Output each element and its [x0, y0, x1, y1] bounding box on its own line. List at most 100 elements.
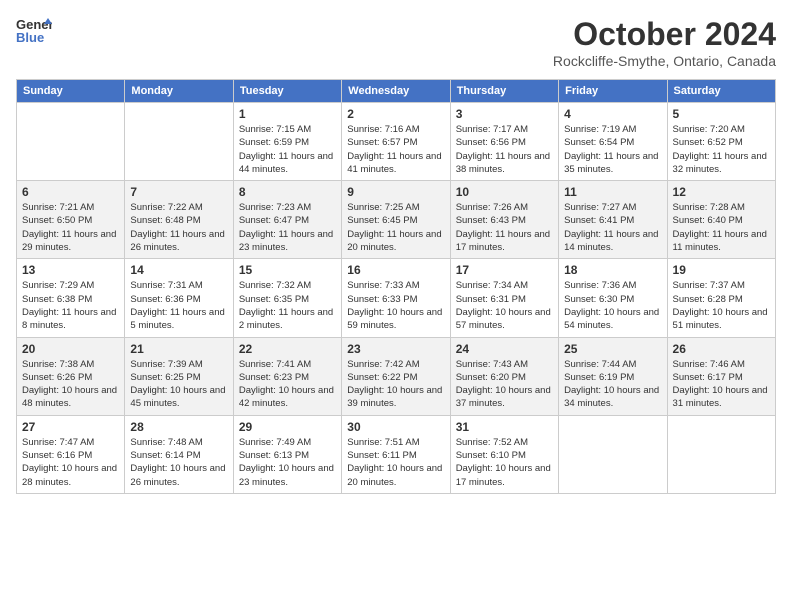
day-info: Sunrise: 7:36 AMSunset: 6:30 PMDaylight:…: [564, 279, 661, 332]
logo: General Blue: [16, 16, 52, 46]
day-info: Sunrise: 7:42 AMSunset: 6:22 PMDaylight:…: [347, 358, 444, 411]
day-number: 14: [130, 263, 227, 277]
day-number: 23: [347, 342, 444, 356]
day-info: Sunrise: 7:32 AMSunset: 6:35 PMDaylight:…: [239, 279, 336, 332]
day-number: 26: [673, 342, 770, 356]
location-subtitle: Rockcliffe-Smythe, Ontario, Canada: [553, 53, 776, 69]
day-info: Sunrise: 7:19 AMSunset: 6:54 PMDaylight:…: [564, 123, 661, 176]
day-number: 7: [130, 185, 227, 199]
calendar-cell: 25Sunrise: 7:44 AMSunset: 6:19 PMDayligh…: [559, 337, 667, 415]
day-number: 1: [239, 107, 336, 121]
calendar-cell: 6 Sunrise: 7:21 AMSunset: 6:50 PMDaylight…: [17, 181, 125, 259]
calendar-cell: 23 Sunrise: 7:42 AMSunset: 6:22 PMDayligh…: [342, 337, 450, 415]
calendar-cell: 15 Sunrise: 7:32 AMSunset: 6:35 PMDayligh…: [233, 259, 341, 337]
day-number: 8: [239, 185, 336, 199]
day-info: Sunrise: 7:22 AMSunset: 6:48 PMDaylight:…: [130, 201, 227, 254]
day-number: 4: [564, 107, 661, 121]
day-number: 12: [673, 185, 770, 199]
day-info: Sunrise: 7:46 AMSunset: 6:17 PMDaylight:…: [673, 358, 770, 411]
day-number: 27: [22, 420, 119, 434]
calendar-cell: 4 Sunrise: 7:19 AMSunset: 6:54 PMDaylight…: [559, 103, 667, 181]
calendar-cell: 2Sunrise: 7:16 AMSunset: 6:57 PMDaylight…: [342, 103, 450, 181]
day-number: 9: [347, 185, 444, 199]
day-info: Sunrise: 7:47 AMSunset: 6:16 PMDaylight:…: [22, 436, 119, 489]
day-info: Sunrise: 7:27 AMSunset: 6:41 PMDaylight:…: [564, 201, 661, 254]
calendar-cell: 20 Sunrise: 7:38 AMSunset: 6:26 PMDayligh…: [17, 337, 125, 415]
day-info: Sunrise: 7:15 AMSunset: 6:59 PMDaylight:…: [239, 123, 336, 176]
calendar-cell: 27 Sunrise: 7:47 AMSunset: 6:16 PMDayligh…: [17, 415, 125, 493]
calendar-cell: 24 Sunrise: 7:43 AMSunset: 6:20 PMDayligh…: [450, 337, 558, 415]
day-info: Sunrise: 7:26 AMSunset: 6:43 PMDaylight:…: [456, 201, 553, 254]
calendar-cell: [125, 103, 233, 181]
week-row-2: 6 Sunrise: 7:21 AMSunset: 6:50 PMDaylight…: [17, 181, 776, 259]
day-number: 3: [456, 107, 553, 121]
day-info: Sunrise: 7:23 AMSunset: 6:47 PMDaylight:…: [239, 201, 336, 254]
day-info: Sunrise: 7:21 AMSunset: 6:50 PMDaylight:…: [22, 201, 119, 254]
day-number: 19: [673, 263, 770, 277]
svg-text:Blue: Blue: [16, 30, 44, 45]
day-info: Sunrise: 7:43 AMSunset: 6:20 PMDaylight:…: [456, 358, 553, 411]
weekday-header-row: SundayMondayTuesdayWednesdayThursdayFrid…: [17, 80, 776, 103]
day-info: Sunrise: 7:28 AMSunset: 6:40 PMDaylight:…: [673, 201, 770, 254]
day-info: Sunrise: 7:44 AMSunset: 6:19 PMDaylight:…: [564, 358, 661, 411]
day-number: 20: [22, 342, 119, 356]
calendar-cell: 14 Sunrise: 7:31 AMSunset: 6:36 PMDayligh…: [125, 259, 233, 337]
calendar-cell: 7 Sunrise: 7:22 AMSunset: 6:48 PMDaylight…: [125, 181, 233, 259]
calendar-cell: 5Sunrise: 7:20 AMSunset: 6:52 PMDaylight…: [667, 103, 775, 181]
calendar-table: SundayMondayTuesdayWednesdayThursdayFrid…: [16, 79, 776, 494]
day-number: 6: [22, 185, 119, 199]
day-number: 18: [564, 263, 661, 277]
day-number: 31: [456, 420, 553, 434]
day-info: Sunrise: 7:34 AMSunset: 6:31 PMDaylight:…: [456, 279, 553, 332]
day-info: Sunrise: 7:20 AMSunset: 6:52 PMDaylight:…: [673, 123, 770, 176]
day-number: 16: [347, 263, 444, 277]
calendar-cell: [559, 415, 667, 493]
calendar-cell: 21Sunrise: 7:39 AMSunset: 6:25 PMDayligh…: [125, 337, 233, 415]
calendar-cell: 16 Sunrise: 7:33 AMSunset: 6:33 PMDayligh…: [342, 259, 450, 337]
calendar-cell: 30Sunrise: 7:51 AMSunset: 6:11 PMDayligh…: [342, 415, 450, 493]
day-number: 13: [22, 263, 119, 277]
day-info: Sunrise: 7:49 AMSunset: 6:13 PMDaylight:…: [239, 436, 336, 489]
calendar-cell: 3Sunrise: 7:17 AMSunset: 6:56 PMDaylight…: [450, 103, 558, 181]
day-number: 29: [239, 420, 336, 434]
calendar-cell: 29 Sunrise: 7:49 AMSunset: 6:13 PMDayligh…: [233, 415, 341, 493]
page-header: General Blue October 2024 Rockcliffe-Smy…: [16, 16, 776, 69]
week-row-5: 27 Sunrise: 7:47 AMSunset: 6:16 PMDayligh…: [17, 415, 776, 493]
calendar-cell: 8 Sunrise: 7:23 AMSunset: 6:47 PMDaylight…: [233, 181, 341, 259]
calendar-cell: 9 Sunrise: 7:25 AMSunset: 6:45 PMDaylight…: [342, 181, 450, 259]
calendar-cell: 19 Sunrise: 7:37 AMSunset: 6:28 PMDayligh…: [667, 259, 775, 337]
month-title: October 2024: [553, 16, 776, 53]
weekday-header-tuesday: Tuesday: [233, 80, 341, 103]
weekday-header-wednesday: Wednesday: [342, 80, 450, 103]
calendar-cell: 22Sunrise: 7:41 AMSunset: 6:23 PMDayligh…: [233, 337, 341, 415]
calendar-cell: [17, 103, 125, 181]
day-number: 15: [239, 263, 336, 277]
week-row-4: 20 Sunrise: 7:38 AMSunset: 6:26 PMDayligh…: [17, 337, 776, 415]
calendar-cell: 17 Sunrise: 7:34 AMSunset: 6:31 PMDayligh…: [450, 259, 558, 337]
weekday-header-thursday: Thursday: [450, 80, 558, 103]
week-row-1: 1 Sunrise: 7:15 AMSunset: 6:59 PMDaylight…: [17, 103, 776, 181]
day-number: 17: [456, 263, 553, 277]
day-number: 11: [564, 185, 661, 199]
day-info: Sunrise: 7:37 AMSunset: 6:28 PMDaylight:…: [673, 279, 770, 332]
logo-icon: General Blue: [16, 16, 52, 46]
day-info: Sunrise: 7:51 AMSunset: 6:11 PMDaylight:…: [347, 436, 444, 489]
weekday-header-saturday: Saturday: [667, 80, 775, 103]
day-info: Sunrise: 7:25 AMSunset: 6:45 PMDaylight:…: [347, 201, 444, 254]
day-number: 24: [456, 342, 553, 356]
day-number: 10: [456, 185, 553, 199]
calendar-cell: 26 Sunrise: 7:46 AMSunset: 6:17 PMDayligh…: [667, 337, 775, 415]
day-info: Sunrise: 7:38 AMSunset: 6:26 PMDaylight:…: [22, 358, 119, 411]
title-block: October 2024 Rockcliffe-Smythe, Ontario,…: [553, 16, 776, 69]
day-number: 28: [130, 420, 227, 434]
weekday-header-friday: Friday: [559, 80, 667, 103]
calendar-cell: 1 Sunrise: 7:15 AMSunset: 6:59 PMDaylight…: [233, 103, 341, 181]
day-info: Sunrise: 7:31 AMSunset: 6:36 PMDaylight:…: [130, 279, 227, 332]
calendar-cell: 10 Sunrise: 7:26 AMSunset: 6:43 PMDayligh…: [450, 181, 558, 259]
calendar-cell: 13Sunrise: 7:29 AMSunset: 6:38 PMDayligh…: [17, 259, 125, 337]
day-info: Sunrise: 7:33 AMSunset: 6:33 PMDaylight:…: [347, 279, 444, 332]
calendar-cell: 28Sunrise: 7:48 AMSunset: 6:14 PMDayligh…: [125, 415, 233, 493]
calendar-cell: 12 Sunrise: 7:28 AMSunset: 6:40 PMDayligh…: [667, 181, 775, 259]
calendar-cell: 11 Sunrise: 7:27 AMSunset: 6:41 PMDayligh…: [559, 181, 667, 259]
day-info: Sunrise: 7:52 AMSunset: 6:10 PMDaylight:…: [456, 436, 553, 489]
